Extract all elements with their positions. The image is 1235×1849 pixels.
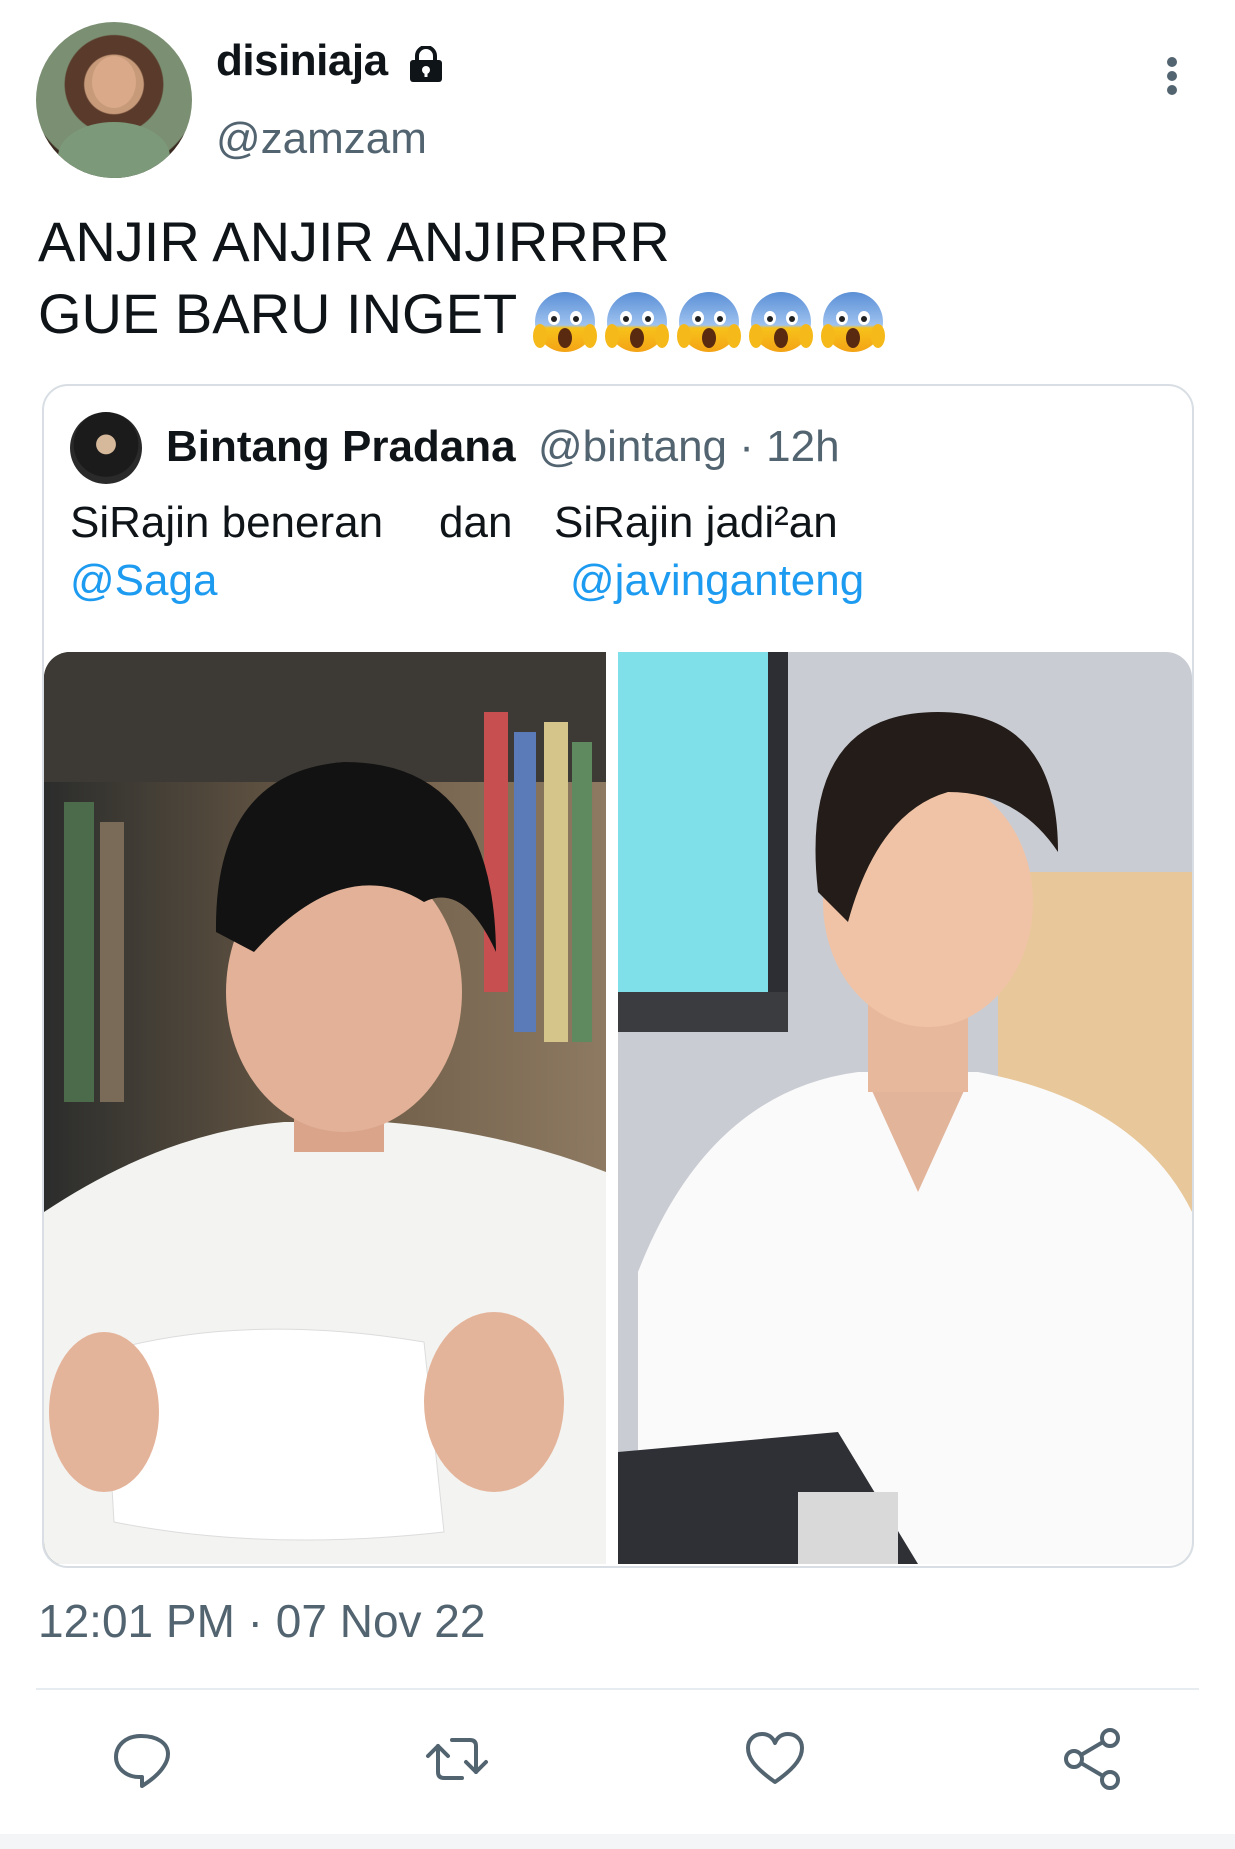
quoted-tweet-card[interactable]: Bintang Pradana @bintang · 12h SiRajin b… (42, 384, 1194, 1568)
quoted-author-name: Bintang Pradana (166, 422, 516, 471)
tweet-header: disiniaja @zamzam (0, 0, 1235, 190)
quoted-author-handle-time: @bintang · 12h (538, 422, 840, 471)
quoted-text-mid: dan (439, 498, 513, 547)
author-display-name[interactable]: disiniaja (216, 36, 388, 86)
mention-link-right[interactable]: @javinganteng (570, 556, 864, 606)
quoted-photo-left[interactable] (44, 652, 606, 1564)
screaming-face-emoji-icon (676, 291, 741, 352)
bottom-edge (0, 1834, 1235, 1849)
photo-right-image (618, 652, 1192, 1564)
tweet-text-line-1: ANJIR ANJIR ANJIRRRR (38, 210, 670, 273)
more-vertical-icon[interactable] (1150, 52, 1194, 100)
divider (36, 1688, 1199, 1690)
emoji-row (532, 281, 892, 356)
mention-link-left[interactable]: @Saga (70, 556, 217, 606)
screaming-face-emoji-icon (532, 291, 597, 352)
retweet-icon[interactable] (424, 1726, 490, 1792)
quoted-author-avatar (70, 412, 142, 484)
screaming-face-emoji-icon (748, 291, 813, 352)
heart-icon[interactable] (742, 1726, 808, 1792)
author-avatar[interactable] (36, 22, 192, 178)
author-username[interactable]: @zamzam (216, 114, 427, 164)
lock-icon (410, 46, 442, 82)
tweet-text: ANJIR ANJIR ANJIRRRR GUE BARU INGET (38, 206, 892, 356)
quoted-text-left: SiRajin beneran (70, 498, 384, 547)
screaming-face-emoji-icon (820, 291, 885, 352)
screaming-face-emoji-icon (604, 291, 669, 352)
quoted-photo-right[interactable] (618, 652, 1192, 1564)
quoted-text-right: SiRajin jadi²an (554, 498, 838, 547)
photo-left-image (44, 652, 606, 1564)
reply-icon[interactable] (108, 1726, 174, 1792)
tweet-text-line-2: GUE BARU INGET (38, 282, 517, 345)
share-icon[interactable] (1060, 1726, 1126, 1792)
tweet-timestamp[interactable]: 12:01 PM · 07 Nov 22 (38, 1594, 485, 1648)
